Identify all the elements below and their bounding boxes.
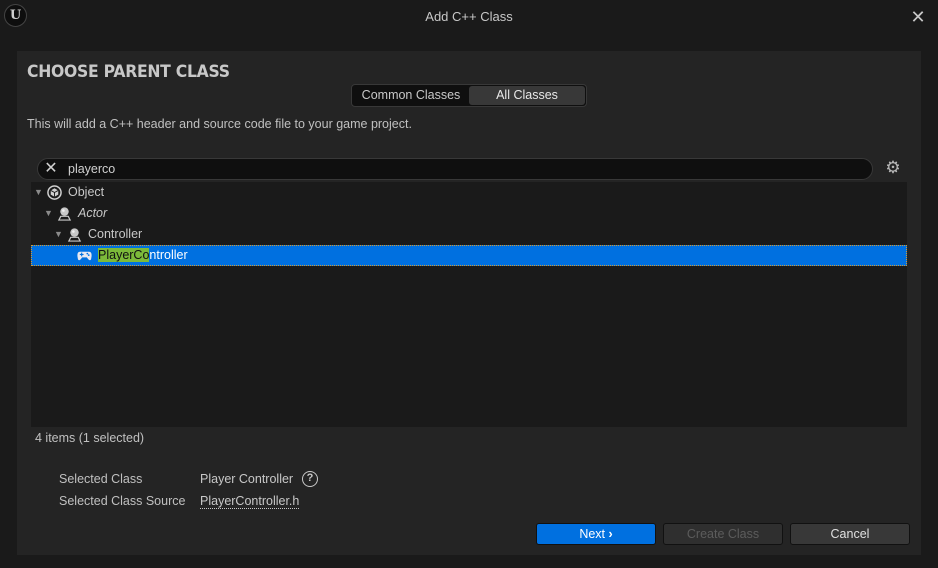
tree-label: Controller [88,227,143,241]
tab-all-classes[interactable]: All Classes [469,86,585,105]
selected-class-value: Player Controller [200,472,294,486]
chevron-right-icon: › [608,527,613,541]
tab-common-classes[interactable]: Common Classes [353,86,469,105]
description-text: This will add a C++ header and source co… [27,117,412,131]
cancel-button[interactable]: Cancel [790,523,910,545]
search-match-highlight: PlayerCo [98,248,150,262]
object-icon [47,185,62,200]
title-bar: U Add C++ Class ✕ [0,0,938,34]
tree-label: PlayerController [98,245,188,266]
tree-row-object[interactable]: ▼ Object [31,182,907,203]
tree-label-rest: ntroller [149,248,188,262]
settings-button[interactable]: ⚙ [883,158,903,178]
clear-search-button[interactable]: ✕ [42,159,60,179]
expand-arrow-icon[interactable]: ▼ [44,203,53,224]
choose-parent-class-panel: CHOOSE PARENT CLASS Common Classes All C… [17,51,921,555]
gamepad-icon [77,251,92,261]
selected-source-link[interactable]: PlayerController.h [200,494,300,509]
search-box: ✕ [37,158,873,180]
next-label: Next [579,527,606,541]
actor-icon [57,207,72,221]
tree-row-playercontroller[interactable]: PlayerController [31,245,907,266]
window-title: Add C++ Class [425,9,513,24]
class-tree: ▼ Object ▼ Actor ▼ Controller PlayerCont… [31,182,907,427]
gear-icon: ⚙ [885,158,901,177]
help-icon[interactable]: ? [302,471,318,487]
expand-arrow-icon[interactable]: ▼ [54,224,63,245]
tree-label: Actor [78,206,108,220]
next-button[interactable]: Next › [536,523,656,545]
tree-row-actor[interactable]: ▼ Actor [31,203,907,224]
tree-row-controller[interactable]: ▼ Controller [31,224,907,245]
class-filter-tabs: Common Classes All Classes [351,84,587,107]
clear-x-icon: ✕ [44,160,58,177]
search-input[interactable] [68,160,848,178]
selected-source-label: Selected Class Source [59,494,186,508]
selected-class-label: Selected Class [59,472,143,486]
item-count: 4 items (1 selected) [35,431,145,445]
create-class-button[interactable]: Create Class [663,523,783,545]
close-button[interactable]: ✕ [907,6,929,28]
tree-label: Object [68,185,105,199]
page-title: CHOOSE PARENT CLASS [27,62,230,82]
actor-icon [67,228,82,242]
expand-arrow-icon[interactable]: ▼ [34,182,43,203]
close-icon: ✕ [910,7,926,27]
